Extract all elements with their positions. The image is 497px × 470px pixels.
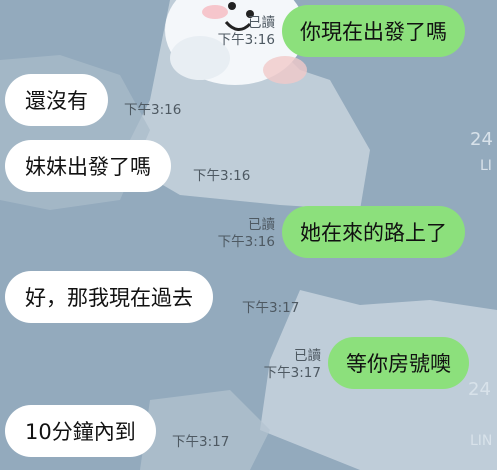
- outgoing-message-bubble[interactable]: 你現在出發了嗎: [282, 5, 465, 57]
- svg-text:24: 24: [468, 379, 491, 400]
- message-time: 下午3:17: [172, 434, 230, 450]
- svg-text:LIN: LIN: [470, 433, 492, 449]
- message-text: 還沒有: [25, 89, 88, 113]
- message-meta: 下午3:17: [242, 300, 299, 317]
- message-time: 下午3:16: [124, 102, 182, 118]
- message-meta: 下午3:16: [124, 102, 181, 119]
- incoming-message-bubble[interactable]: 妹妹出發了嗎: [5, 140, 171, 192]
- message-meta: 已讀 下午3:17: [264, 348, 321, 382]
- message-text: 好，那我現在過去: [25, 286, 193, 310]
- incoming-message-bubble[interactable]: 還沒有: [5, 74, 108, 126]
- message-meta: 已讀 下午3:16: [218, 217, 275, 251]
- message-text: 你現在出發了嗎: [300, 20, 447, 44]
- svg-text:24: 24: [470, 129, 493, 150]
- message-text: 妹妹出發了嗎: [25, 155, 151, 179]
- message-time: 下午3:17: [263, 365, 321, 381]
- message-meta: 下午3:17: [172, 434, 229, 451]
- read-receipt: 已讀: [248, 217, 275, 233]
- message-time: 下午3:16: [217, 32, 275, 48]
- message-time: 下午3:16: [217, 234, 275, 250]
- incoming-message-bubble[interactable]: 好，那我現在過去: [5, 271, 213, 323]
- message-time: 下午3:16: [193, 168, 251, 184]
- message-text: 等你房號噢: [346, 352, 451, 376]
- message-text: 10分鐘內到: [25, 420, 136, 444]
- outgoing-message-bubble[interactable]: 等你房號噢: [328, 337, 469, 389]
- read-receipt: 已讀: [294, 348, 321, 364]
- svg-text:LI: LI: [480, 158, 492, 174]
- message-meta: 下午3:16: [193, 168, 250, 185]
- message-time: 下午3:17: [242, 300, 300, 316]
- message-text: 她在來的路上了: [300, 221, 447, 245]
- outgoing-message-bubble[interactable]: 她在來的路上了: [282, 206, 465, 258]
- message-meta: 已讀 下午3:16: [218, 15, 275, 49]
- incoming-message-bubble[interactable]: 10分鐘內到: [5, 405, 156, 457]
- read-receipt: 已讀: [248, 15, 275, 31]
